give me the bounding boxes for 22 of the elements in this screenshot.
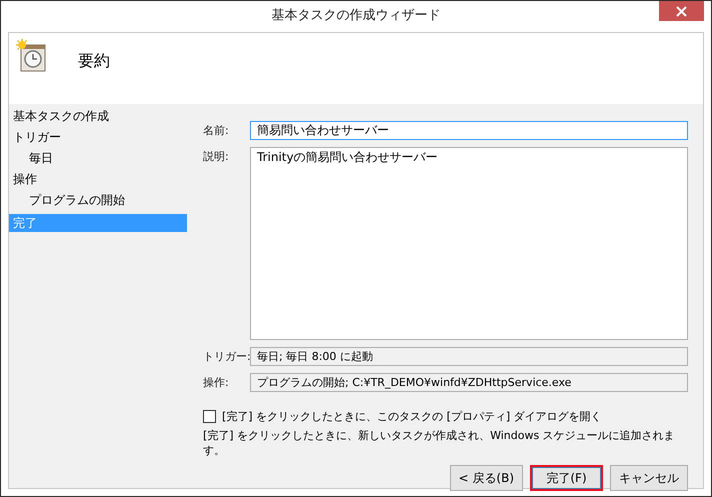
wizard-step[interactable]: プログラムの開始 (9, 190, 187, 211)
info-text: [完了] をクリックしたときに、新しいタスクが作成され、Windows スケジュールに追加されます。 (203, 428, 676, 458)
wizard-button[interactable]: < 戻る(B) (450, 465, 523, 491)
description-field[interactable]: Trinityの簡易問い合わせサーバー (250, 147, 688, 340)
text-field[interactable]: プログラムの開始; C:¥TR_DEMO¥winfd¥ZDHttpService.exe (250, 373, 688, 392)
wizard-step[interactable]: 基本タスクの作成 (9, 106, 187, 127)
field-label: トリガー: (203, 349, 250, 365)
wizard-button[interactable]: キャンセル (610, 465, 688, 491)
field-label: 説明: (203, 149, 230, 165)
wizard-step[interactable]: 毎日 (9, 148, 187, 169)
text-field[interactable]: 毎日; 毎日 8:00 に起動 (250, 347, 688, 366)
wizard-step[interactable]: 操作 (9, 169, 187, 190)
text-field[interactable]: 簡易問い合わせサーバー (250, 121, 688, 140)
wizard-button[interactable]: 完了(F) (530, 465, 603, 491)
wizard-step[interactable]: トリガー (9, 127, 187, 148)
checkbox-label[interactable]: [完了] をクリックしたときに、このタスクの [プロパティ] ダイアログを開く (222, 409, 602, 424)
checkbox[interactable] (203, 410, 216, 423)
window-title: 基本タスクの作成ウィザード (272, 7, 440, 25)
page-heading: 要約 (78, 51, 110, 72)
clock-calendar-icon (16, 39, 48, 73)
field-label: 名前: (203, 123, 230, 139)
field-label: 操作: (203, 375, 230, 391)
